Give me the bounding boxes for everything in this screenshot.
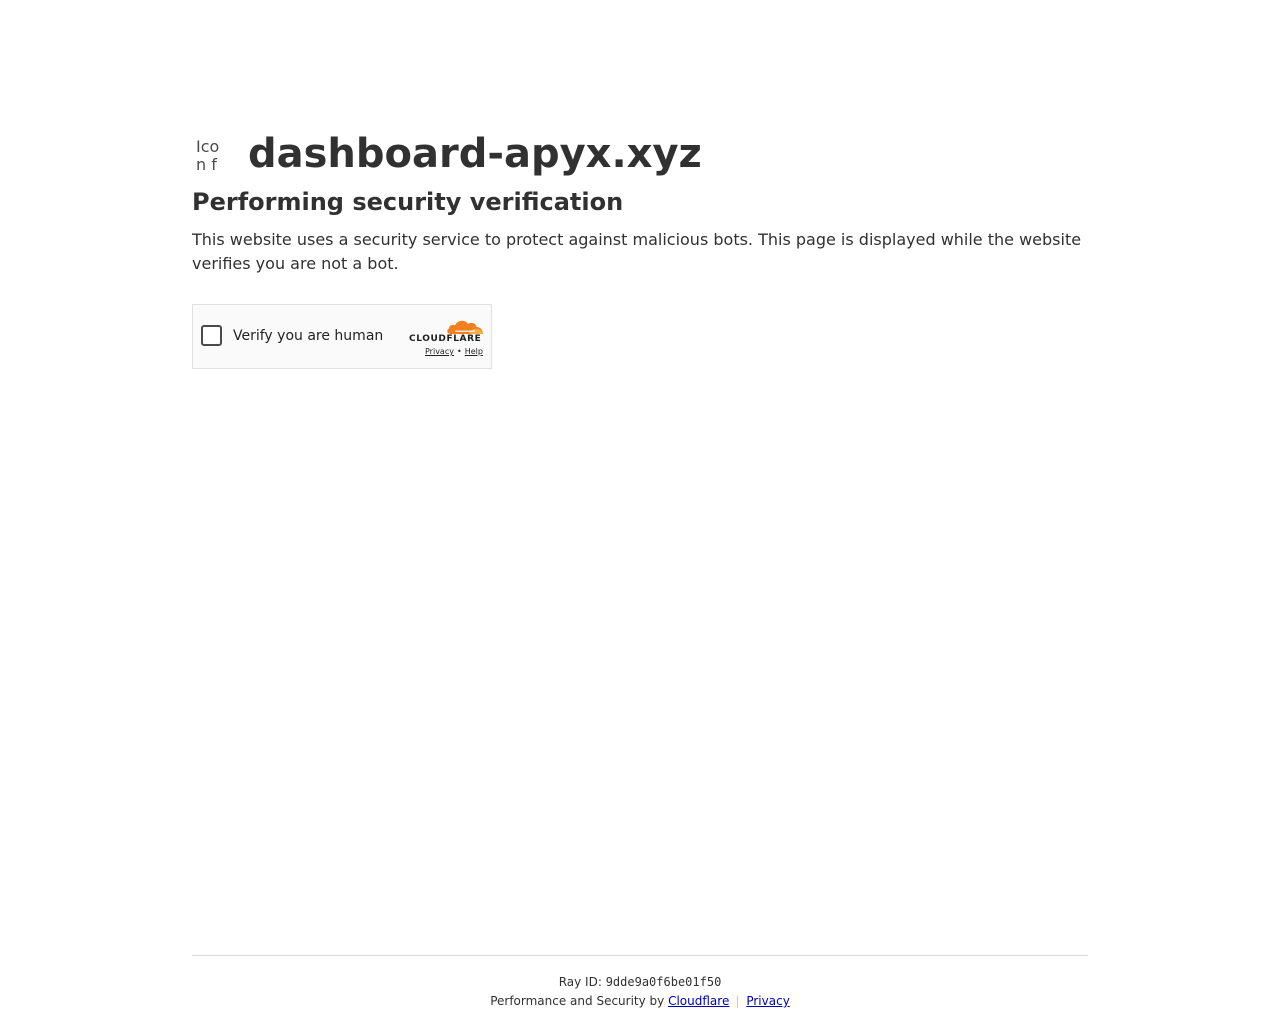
turnstile-widget: Verify you are human CLOUDFLARE Privacy •…: [192, 304, 492, 369]
verify-checkbox[interactable]: [201, 325, 222, 346]
cloudflare-link[interactable]: Cloudflare: [668, 994, 729, 1008]
widget-privacy-link[interactable]: Privacy: [425, 347, 454, 356]
page-description: This website uses a security service to …: [192, 230, 1082, 273]
footer-separator: [737, 995, 739, 1008]
site-header: Icon for dashboard-apyx.xyz: [192, 128, 1088, 180]
link-separator-dot: •: [456, 347, 462, 356]
widget-links: Privacy • Help: [425, 347, 483, 356]
widget-help-link[interactable]: Help: [465, 347, 483, 356]
performance-text: Performance and Security by: [490, 994, 665, 1008]
performance-line: Performance and Security by Cloudflare Pr…: [192, 993, 1088, 1009]
cloudflare-cloud-icon: [447, 320, 483, 334]
page-footer: Ray ID: 9dde9a0f6be01f50 Performance and…: [192, 955, 1088, 1009]
cloudflare-wordmark: CLOUDFLARE: [409, 334, 482, 344]
challenge-page: Icon for dashboard-apyx.xyz Performing s…: [0, 0, 1280, 1024]
footer-privacy-link[interactable]: Privacy: [746, 994, 789, 1008]
site-favicon-icon: Icon for: [196, 138, 220, 170]
ray-id-label: Ray ID:: [558, 975, 602, 989]
ray-id-line: Ray ID: 9dde9a0f6be01f50: [192, 975, 1088, 989]
ray-id-value: 9dde9a0f6be01f50: [605, 975, 722, 989]
page-headline: Performing security verification: [192, 188, 624, 216]
site-domain: dashboard-apyx.xyz: [248, 131, 702, 177]
main-content: Icon for dashboard-apyx.xyz Performing s…: [192, 128, 1088, 276]
verify-label[interactable]: Verify you are human: [233, 327, 383, 345]
